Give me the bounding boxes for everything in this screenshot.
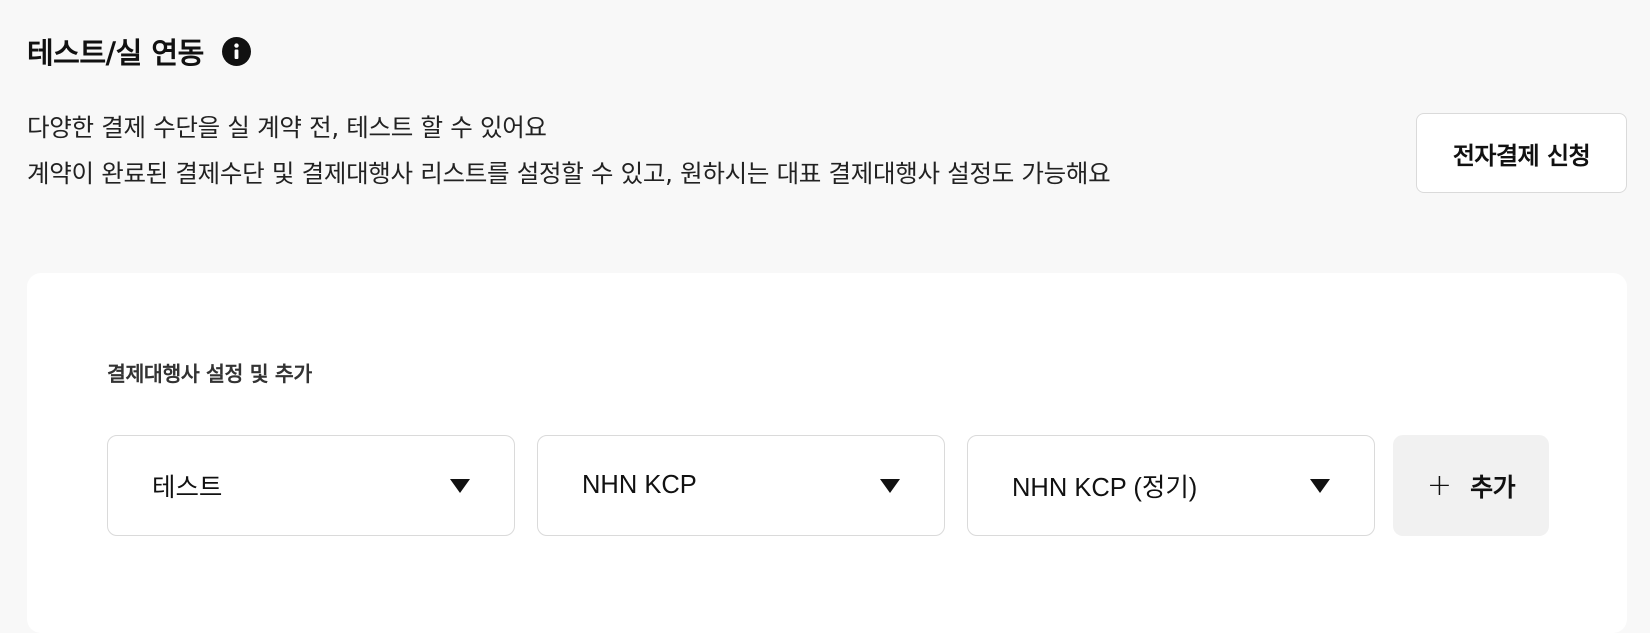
- select-value: 테스트: [152, 474, 223, 502]
- plus-icon: +: [1426, 467, 1453, 503]
- caret-down-icon: [450, 478, 470, 493]
- page-header: 테스트/실 연동: [27, 30, 251, 72]
- pg-select[interactable]: NHN KCP: [537, 435, 945, 536]
- caret-down-icon: [880, 478, 900, 493]
- caret-down-icon: [1310, 478, 1330, 493]
- apply-payment-button[interactable]: 전자결제 신청: [1416, 113, 1627, 193]
- pg-settings-card: 결제대행사 설정 및 추가 테스트 NHN KCP NHN KCP (정기) +…: [27, 273, 1627, 633]
- section-label: 결제대행사 설정 및 추가: [107, 362, 312, 386]
- page-title: 테스트/실 연동: [27, 36, 204, 70]
- info-icon[interactable]: [221, 36, 251, 66]
- pg-service-select[interactable]: NHN KCP (정기): [967, 435, 1375, 536]
- select-value: NHN KCP (정기): [1012, 474, 1198, 502]
- add-pg-button[interactable]: + 추가: [1393, 435, 1549, 536]
- description-line-2: 계약이 완료된 결제수단 및 결제대행사 리스트를 설정할 수 있고, 원하시는…: [27, 159, 1111, 188]
- page-description: 다양한 결제 수단을 실 계약 전, 테스트 할 수 있어요 계약이 완료된 결…: [27, 105, 1111, 197]
- add-label: 추가: [1470, 472, 1516, 502]
- description-line-1: 다양한 결제 수단을 실 계약 전, 테스트 할 수 있어요: [27, 113, 547, 142]
- environment-select[interactable]: 테스트: [107, 435, 515, 536]
- select-value: NHN KCP: [582, 471, 697, 499]
